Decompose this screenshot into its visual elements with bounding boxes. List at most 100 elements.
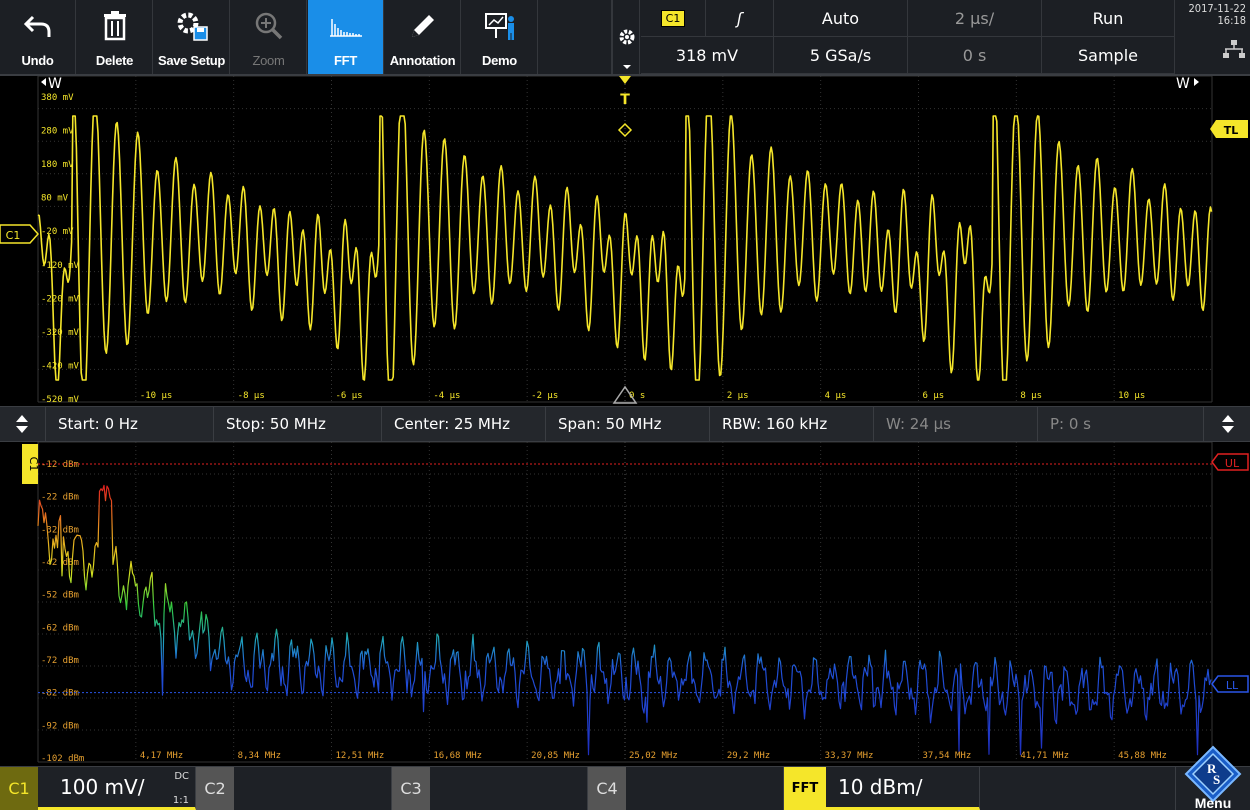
time-text: 16:18 <box>1217 14 1246 27</box>
trash-icon <box>103 11 126 41</box>
upper-limit-marker[interactable]: UL <box>1211 453 1249 471</box>
waveform-y-tick: -520 mV <box>41 395 80 405</box>
spectrum-channel-marker[interactable]: C1 <box>22 444 40 484</box>
waveform-display[interactable]: 380 mV 280 mV 180 mV 80 mV -20 mV -120 mV -220… <box>0 76 1250 406</box>
channel-1-label: C1 <box>8 779 30 798</box>
delete-button[interactable]: Delete <box>77 0 153 74</box>
up-down-arrow-icon <box>16 415 28 433</box>
presentation-icon <box>484 13 514 40</box>
window-right-label: W <box>1176 76 1190 92</box>
fft-tag-label: FFT <box>791 781 819 796</box>
trigger-marker-label: T <box>620 92 630 108</box>
fft-rbw-value: RBW: 160 kHz <box>722 415 828 433</box>
spectrum-y-tick: -12 dBm <box>41 460 79 470</box>
fft-split-up-down-button-right[interactable] <box>1204 407 1250 441</box>
trigger-source-cell[interactable]: C1 <box>641 0 706 37</box>
waveform-y-tick: -120 mV <box>41 261 80 271</box>
channel-3-scale-cell[interactable] <box>430 767 588 810</box>
trigger-mode-cell[interactable]: Auto <box>774 0 908 37</box>
trigger-level-marker[interactable]: TL <box>1210 120 1248 138</box>
datetime-display: 2017-11-22 16:18 <box>1175 0 1250 74</box>
fft-span-cell[interactable]: Span: 50 MHz <box>546 407 710 441</box>
waveform-x-tick: -4 µs <box>433 391 460 401</box>
undo-button[interactable]: Undo <box>0 0 76 74</box>
channel-1-offset-marker[interactable]: C1 <box>0 224 40 244</box>
pencil-icon <box>411 15 434 37</box>
fft-stop-cell[interactable]: Stop: 50 MHz <box>214 407 382 441</box>
demo-button[interactable]: Demo <box>462 0 538 74</box>
spectrum-y-tick: -72 dBm <box>41 656 79 666</box>
spectrum-x-tick: 29,2 MHz <box>727 751 770 761</box>
save-setup-button[interactable]: Save Setup <box>154 0 230 74</box>
sample-rate-cell[interactable]: 5 GSa/s <box>774 37 908 74</box>
spectrum-x-tick: 45,88 MHz <box>1118 751 1167 761</box>
waveform-y-tick: 180 mV <box>41 160 74 170</box>
gear-save-icon <box>177 12 208 41</box>
fft-spectrum-display[interactable]: -12 dBm -22 dBm -32 dBm -42 dBm -52 dBm -62 d… <box>0 442 1250 766</box>
channel-4-tag[interactable]: C4 <box>588 767 626 810</box>
run-stop-cell[interactable]: Run <box>1042 0 1175 37</box>
spectrum-x-tick: 12,51 MHz <box>336 751 385 761</box>
channel-1-scale-cell[interactable]: 100 mV/ DC 1:1 <box>38 767 196 810</box>
svg-text:S: S <box>1213 772 1220 787</box>
fft-span-value: Span: 50 MHz <box>558 415 662 433</box>
channel-bar: C1 100 mV/ DC 1:1 C2 C3 C4 FFT 10 dBm/ R… <box>0 745 1250 810</box>
fft-tag[interactable]: FFT <box>784 767 826 810</box>
channel-1-probe-ratio: 1:1 <box>172 795 189 806</box>
window-left-label: W <box>48 76 62 92</box>
channel-3-tag[interactable]: C3 <box>392 767 430 810</box>
fft-window-cell[interactable]: W: 24 µs <box>874 407 1038 441</box>
fft-spectrum-icon <box>329 19 362 37</box>
acquisition-mode-cell[interactable]: Sample <box>1042 37 1175 74</box>
spectrum-grid <box>37 442 1213 763</box>
up-down-arrow-icon <box>1222 415 1234 433</box>
spectrum-y-tick: -102 dBm <box>41 754 84 764</box>
channel-4-label: C4 <box>596 779 618 798</box>
annotation-button[interactable]: Annotation <box>385 0 461 74</box>
channel-1-scale: 100 mV/ <box>60 775 145 799</box>
window-right-marker[interactable]: W <box>1176 76 1199 92</box>
trigger-mode-value: Auto <box>821 8 860 28</box>
channel-4-scale-cell[interactable] <box>626 767 784 810</box>
window-left-marker[interactable]: W <box>41 76 62 92</box>
settings-button[interactable] <box>612 0 640 74</box>
fft-start-value: Start: 0 Hz <box>58 415 138 433</box>
fft-info-bar: Start: 0 Hz Stop: 50 MHz Center: 25 MHz … <box>0 406 1250 442</box>
zoom-magnifier-icon <box>255 12 282 40</box>
fft-rbw-cell[interactable]: RBW: 160 kHz <box>710 407 874 441</box>
fft-position-cell[interactable]: P: 0 s <box>1038 407 1204 441</box>
waveform-y-tick: 380 mV <box>41 93 74 103</box>
channel-1-tag[interactable]: C1 <box>0 767 38 810</box>
fft-position-value: P: 0 s <box>1050 415 1091 433</box>
trigger-position-cell[interactable]: 0 s <box>908 37 1042 74</box>
spectrum-y-tick: -62 dBm <box>41 623 79 633</box>
fft-center-cell[interactable]: Center: 25 MHz <box>382 407 546 441</box>
fft-button[interactable]: FFT <box>308 0 384 74</box>
acquisition-mode-value: Sample <box>1078 45 1138 65</box>
undo-label: Undo <box>21 53 54 68</box>
waveform-x-tick: -2 µs <box>531 391 558 401</box>
fft-center-value: Center: 25 MHz <box>394 415 510 433</box>
undo-arrow-icon <box>23 15 50 37</box>
delete-label: Delete <box>95 53 134 68</box>
waveform-x-tick: 4 µs <box>825 391 847 401</box>
fft-split-up-down-button[interactable] <box>0 407 46 441</box>
menu-button[interactable]: R S Menu <box>1176 745 1250 810</box>
trigger-source-badge: C1 <box>660 9 686 27</box>
trigger-level-value: 318 mV <box>675 45 739 65</box>
lower-limit-marker[interactable]: LL <box>1211 675 1249 693</box>
save-setup-label: Save Setup <box>157 53 226 68</box>
trigger-level-cell[interactable]: 318 mV <box>641 37 774 74</box>
spectrum-x-tick: 16,68 MHz <box>433 751 482 761</box>
channel-2-tag[interactable]: C2 <box>196 767 234 810</box>
fft-start-cell[interactable]: Start: 0 Hz <box>46 407 214 441</box>
timebase-cell[interactable]: 2 µs/ <box>908 0 1042 37</box>
fft-label: FFT <box>334 53 357 68</box>
waveform-x-tick: 2 µs <box>727 391 749 401</box>
trigger-slope-cell[interactable]: ʃ <box>706 0 774 37</box>
fft-scale-cell[interactable]: 10 dBm/ <box>826 767 980 810</box>
channel-2-scale-cell[interactable] <box>234 767 392 810</box>
empty-toolbar-slot <box>539 0 612 74</box>
waveform-x-tick: -8 µs <box>238 391 265 401</box>
zoom-button[interactable]: Zoom <box>231 0 307 74</box>
